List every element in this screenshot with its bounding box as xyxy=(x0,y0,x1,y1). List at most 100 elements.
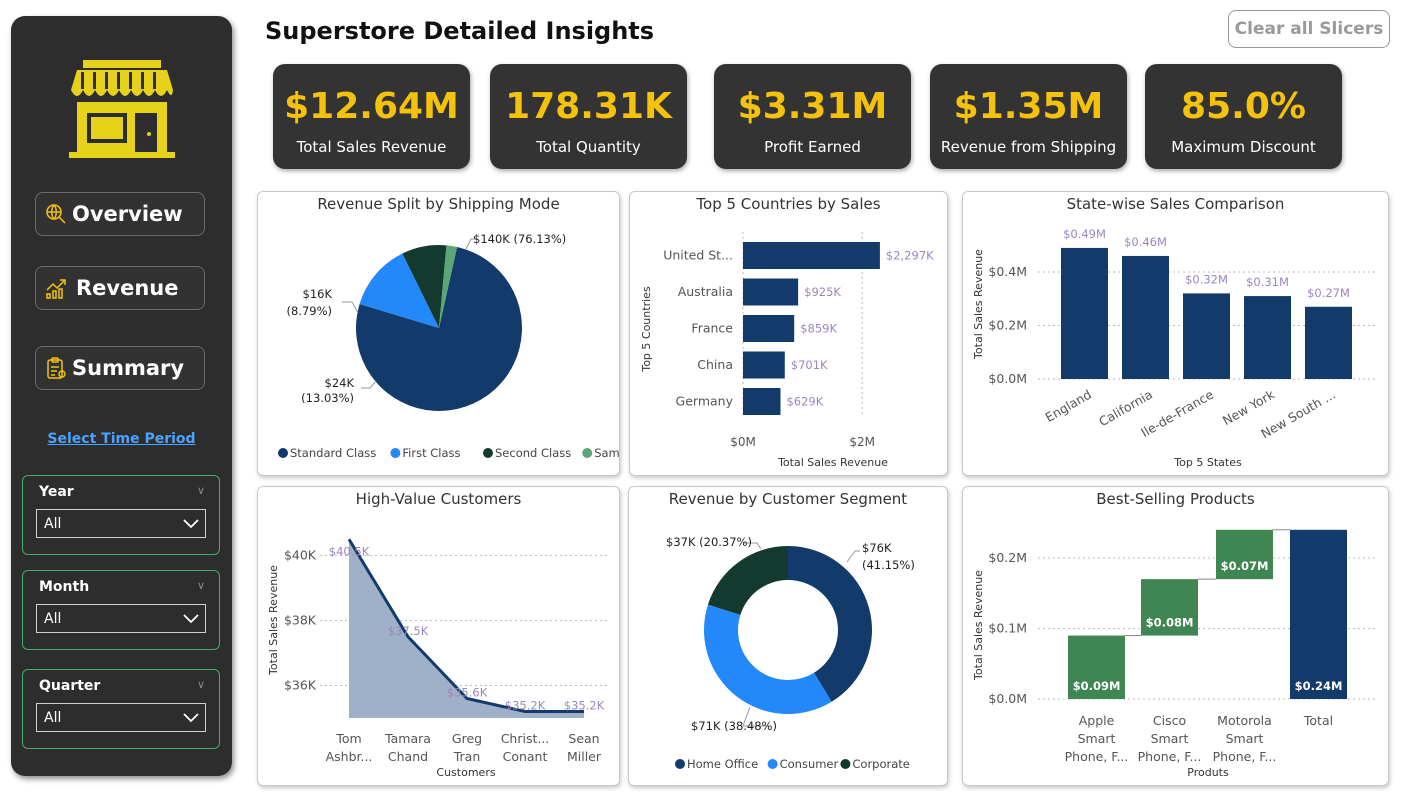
month-slicer-label: Month xyxy=(39,579,90,595)
legend-marker xyxy=(278,448,288,458)
y-tick-label: $0.2M xyxy=(988,318,1027,333)
bar xyxy=(743,351,785,379)
data-label: $140K (76.13%) xyxy=(473,232,566,246)
legend-label: Consumer xyxy=(780,757,839,771)
year-slicer-label: Year xyxy=(39,484,74,500)
kpi-card-total-quantity: 178.31K Total Quantity xyxy=(490,64,687,169)
data-label: (13.03%) xyxy=(301,391,354,405)
data-label: (41.15%) xyxy=(862,558,915,572)
bar xyxy=(743,278,799,306)
y-tick-label: $0.1M xyxy=(988,621,1027,636)
data-label: $925K xyxy=(804,285,841,299)
category-label: China xyxy=(697,357,733,372)
data-label: $35.6K xyxy=(447,686,488,700)
revenue-button[interactable]: Revenue xyxy=(35,266,205,310)
data-label: $0.46M xyxy=(1124,235,1167,249)
x-tick-label: Phone, F... xyxy=(1213,749,1277,764)
bar xyxy=(1305,306,1352,379)
legend-marker xyxy=(840,759,851,769)
data-label: $701K xyxy=(791,358,828,372)
year-dropdown-value: All xyxy=(44,515,62,532)
shipping-mode-card[interactable]: Revenue Split by Shipping Mode $140K (76… xyxy=(257,191,620,476)
summary-label: Summary xyxy=(72,356,185,380)
kpi-card-total-sales-revenue: $12.64M Total Sales Revenue xyxy=(273,64,470,169)
y-tick-label: $0.2M xyxy=(988,550,1027,565)
store-icon xyxy=(69,60,175,158)
collapse-chevron-icon[interactable]: ∨ xyxy=(197,579,205,592)
quarter-dropdown[interactable]: All xyxy=(36,703,206,732)
x-tick-label: Smart xyxy=(1226,731,1264,746)
y-axis-title: Total Sales Revenue xyxy=(972,249,985,360)
y-axis-title: Total Sales Revenue xyxy=(972,570,985,681)
category-label: France xyxy=(691,321,733,336)
data-label: $0.09M xyxy=(1073,679,1121,693)
legend-label: Corporate xyxy=(852,757,910,771)
month-slicer: Month ∨ All xyxy=(22,570,220,650)
clear-all-slicers-button[interactable]: Clear all Slicers xyxy=(1228,10,1390,48)
data-label: $0.31M xyxy=(1246,275,1289,289)
x-tick-label: Total xyxy=(1303,713,1333,728)
sidebar: Overview Revenue Summary Select Time Per… xyxy=(11,16,232,776)
customers-area-chart: $36K $38K $40K $40.5K $37.5K $35.6K $35.2K $35.… xyxy=(267,538,608,779)
x-tick-label: $0M xyxy=(730,435,756,449)
month-dropdown[interactable]: All xyxy=(36,604,206,633)
countries-bar-chart: United St... $2,297K Australia $925K France $… xyxy=(640,232,934,469)
legend-label: First Class xyxy=(402,446,460,460)
data-label: $35.2K xyxy=(505,699,546,713)
kpi-card-revenue-from-shipping: $1.35M Revenue from Shipping xyxy=(930,64,1127,169)
states-card[interactable]: State-wise Sales Comparison $0.0M $0.2M $0… xyxy=(962,191,1389,476)
label-leader-line xyxy=(846,550,860,563)
data-label: $0.24M xyxy=(1295,679,1343,693)
y-tick-label: $0.0M xyxy=(988,691,1027,706)
x-tick-label: Christ... xyxy=(501,731,550,746)
bar xyxy=(743,242,880,269)
overview-button[interactable]: Overview xyxy=(35,192,205,236)
select-time-period-link[interactable]: Select Time Period xyxy=(11,431,232,447)
kpi-card-profit-earned: $3.31M Profit Earned xyxy=(714,64,911,169)
y-tick-label: $40K xyxy=(284,548,317,563)
data-label: $0.07M xyxy=(1221,559,1269,573)
kpi-card-maximum-discount: 85.0% Maximum Discount xyxy=(1145,64,1342,169)
collapse-chevron-icon[interactable]: ∨ xyxy=(197,484,205,497)
legend-marker xyxy=(483,448,493,458)
revenue-label: Revenue xyxy=(76,276,179,300)
countries-card[interactable]: Top 5 Countries by Sales United St... $2,… xyxy=(629,191,948,476)
customers-card[interactable]: High-Value Customers $36K $38K $40K $40.5K $… xyxy=(257,486,620,786)
kpi-label: Total Sales Revenue xyxy=(296,138,447,156)
x-tick-label: Tom xyxy=(335,731,361,746)
y-tick-label: $0.4M xyxy=(988,264,1027,279)
bar xyxy=(743,388,781,415)
x-tick-label: $2M xyxy=(849,435,875,449)
data-label: $16K xyxy=(303,287,333,301)
bar xyxy=(1061,247,1108,379)
collapse-chevron-icon[interactable]: ∨ xyxy=(197,678,205,691)
x-tick-label: Cisco xyxy=(1153,713,1186,728)
bar xyxy=(1290,529,1347,699)
legend-label: Home Office xyxy=(687,757,758,771)
data-label: $0.08M xyxy=(1146,616,1194,630)
chevron-down-icon xyxy=(183,519,199,529)
growth-chart-icon xyxy=(46,279,66,299)
data-label: $2,297K xyxy=(886,249,934,263)
quarter-slicer-label: Quarter xyxy=(39,678,101,694)
segment-donut-chart: $76K (41.15%) $71K (38.48%) $37K (20.37%) Ho… xyxy=(666,535,915,771)
donut-slice-consumer xyxy=(704,604,832,714)
segment-card[interactable]: Revenue by Customer Segment $76K (41.15%)… xyxy=(628,486,948,786)
donut-slice-corporate xyxy=(707,546,788,615)
states-bar-chart: $0.0M$0.2M$0.4M$0.49MEngland$0.46MCalifo… xyxy=(972,227,1378,469)
year-dropdown[interactable]: All xyxy=(36,509,206,538)
bar xyxy=(1244,296,1291,379)
summary-button[interactable]: Summary xyxy=(35,346,205,390)
chevron-down-icon xyxy=(183,614,199,624)
products-card[interactable]: Best-Selling Products $0.0M $0.1M $0.2M $0.… xyxy=(962,486,1389,786)
x-tick-label: Ashbr... xyxy=(326,749,373,764)
y-tick-label: $36K xyxy=(284,678,317,693)
kpi-value: $12.64M xyxy=(284,86,459,127)
overview-label: Overview xyxy=(72,202,183,226)
data-label: $629K xyxy=(786,395,823,409)
category-label: Australia xyxy=(678,284,733,299)
data-label: (8.79%) xyxy=(286,304,332,318)
bar xyxy=(1122,255,1169,379)
y-axis-title: Total Sales Revenue xyxy=(267,565,280,676)
shipping-pie-chart: $140K (76.13%) $24K(13.03%) $16K (8.79%) Sta… xyxy=(278,232,619,460)
